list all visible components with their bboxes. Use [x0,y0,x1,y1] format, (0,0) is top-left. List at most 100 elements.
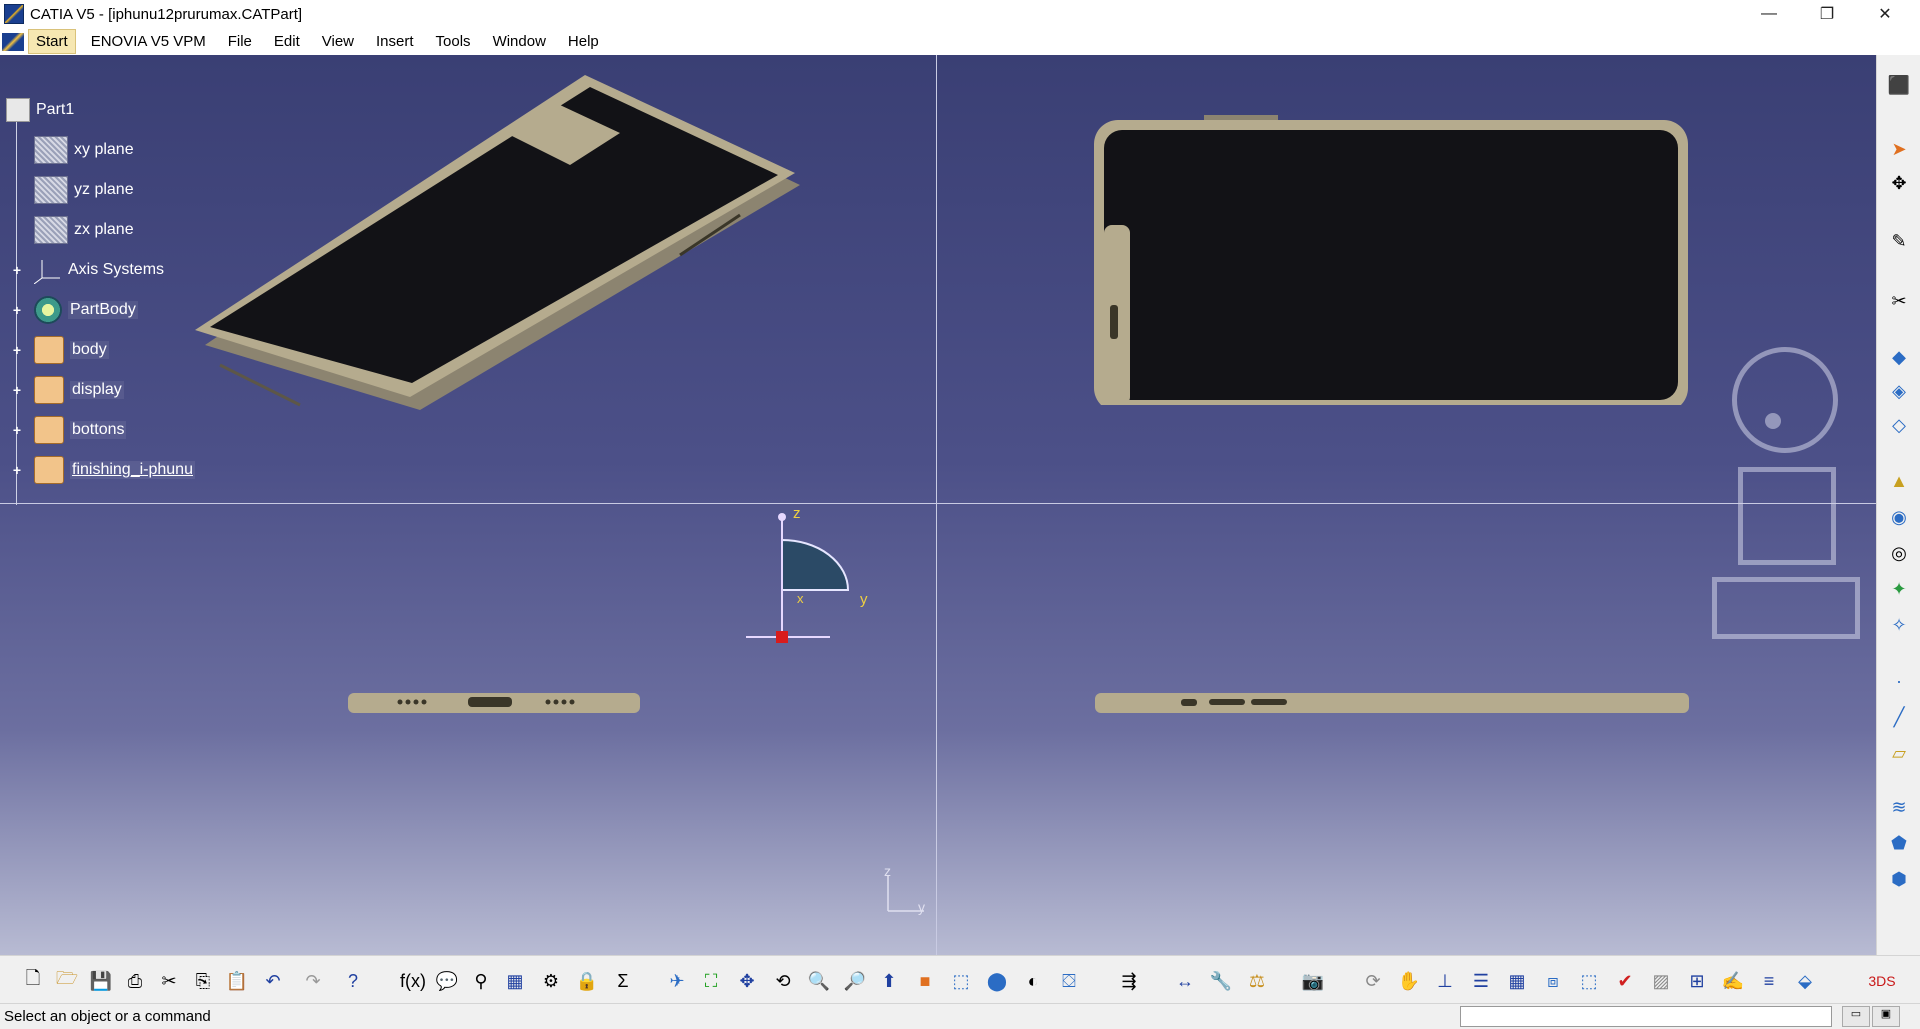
tree-item-finishing[interactable]: + finishing_i-phunu [10,455,195,485]
analysis-icon[interactable]: 🔧 [1208,968,1234,994]
menu-start[interactable]: Start [28,29,76,54]
shading-icon[interactable]: ⬤ [984,968,1010,994]
table-icon[interactable]: ▦ [502,968,528,994]
expand-icon[interactable]: + [10,303,24,317]
tree-item-partbody[interactable]: + PartBody [10,295,138,325]
copy-icon[interactable]: ⎘ [190,968,216,994]
compass-widget[interactable] [740,505,870,655]
tree-item-yz-plane[interactable]: yz plane [34,175,134,205]
capture-icon[interactable]: 📷 [1300,968,1326,994]
restore-button[interactable]: ❐ [1804,0,1850,28]
expand-icon[interactable]: + [10,383,24,397]
view-cube-icon[interactable]: ⧈ [1540,968,1566,994]
new-icon[interactable]: 🗋 [20,968,46,994]
extrude-icon[interactable]: ◆ [1885,345,1913,369]
view-perspective-ghost-icon[interactable] [1712,577,1860,639]
list-icon[interactable]: ≡ [1756,968,1782,994]
lock-icon[interactable]: 🔒 [574,968,600,994]
formula-icon[interactable]: f(x) [400,968,426,994]
workbench-icon[interactable]: ⬛ [1885,73,1913,97]
menu-insert[interactable]: Insert [369,30,421,53]
select-icon[interactable]: ➤ [1885,137,1913,161]
menu-view[interactable]: View [315,30,361,53]
status-stop-icon[interactable]: ▣ [1872,1006,1900,1027]
revolve-icon[interactable]: ◈ [1885,379,1913,403]
minimize-button[interactable]: — [1746,0,1792,28]
expand-icon[interactable]: + [10,463,24,477]
cube-icon[interactable]: ⬚ [1576,968,1602,994]
view-plane-ghost-icon[interactable] [1738,467,1836,565]
phone-front-view[interactable] [1094,115,1690,405]
normal-view-icon[interactable]: ⬆ [876,968,902,994]
hierarchy-icon[interactable]: ⊞ [1684,968,1710,994]
swap-space-icon[interactable]: ⛋ [1056,968,1082,994]
command-input[interactable] [1460,1006,1832,1027]
properties-icon[interactable]: ⇶ [1116,968,1142,994]
blend-icon[interactable]: ◉ [1885,505,1913,529]
tree-item-display[interactable]: + display [10,375,124,405]
menu-help[interactable]: Help [561,30,606,53]
catia-logo-icon[interactable] [2,32,24,51]
sketcher-icon[interactable]: ✎ [1885,229,1913,253]
tree-item-body[interactable]: + body [10,335,109,365]
iso-view-icon[interactable]: ⬚ [948,968,974,994]
point-icon[interactable]: · [1885,669,1913,693]
zoom-in-icon[interactable]: 🔍 [806,968,832,994]
knowledge-icon[interactable]: 💬 [434,968,460,994]
tree-item-xy-plane[interactable]: xy plane [34,135,134,165]
paste-icon[interactable]: 📋 [224,968,250,994]
expand-icon[interactable]: + [10,263,24,277]
layer-icon[interactable]: ⬙ [1792,968,1818,994]
phone-isometric-view[interactable] [180,75,800,415]
hide-show-icon[interactable]: ◐ [1020,968,1046,994]
multi-view-icon[interactable]: ■ [912,968,938,994]
fill-icon[interactable]: ▲ [1885,469,1913,493]
3d-viewport[interactable]: z y x z y Part1 xy plane yz plane zx pla… [0,55,1876,955]
tree-item-zx-plane[interactable]: zx plane [34,215,134,245]
multisection-icon[interactable]: ✧ [1885,613,1913,637]
menu-enovia[interactable]: ENOVIA V5 VPM [84,30,213,53]
constraint-icon[interactable]: ✔ [1612,968,1638,994]
whats-this-icon[interactable]: ? [340,968,366,994]
undo-icon[interactable]: ↶ [260,968,286,994]
fit-all-icon[interactable]: ⛶ [698,968,724,994]
catalog-icon[interactable]: ⚙ [538,968,564,994]
tools-icon[interactable]: ✂ [1885,289,1913,313]
menu-file[interactable]: File [221,30,259,53]
surface-icon[interactable]: ≋ [1885,795,1913,819]
sketch-analysis-icon[interactable]: ✥ [1885,171,1913,195]
update-icon[interactable]: ⟳ [1360,968,1386,994]
measure-icon[interactable]: ⚲ [468,968,494,994]
loft-icon[interactable]: ✦ [1885,577,1913,601]
rotate-icon[interactable]: ⟲ [770,968,796,994]
plane-tool-icon[interactable]: ▱ [1885,741,1913,765]
tree-item-axis-systems[interactable]: + Axis Systems [10,255,164,285]
grab-icon[interactable]: ✋ [1396,968,1422,994]
tree-icon[interactable]: ☰ [1468,968,1494,994]
zoom-out-icon[interactable]: 🔎 [842,968,868,994]
save-icon[interactable]: 💾 [88,968,114,994]
hatch-icon[interactable]: ▨ [1648,968,1674,994]
dimension-icon[interactable]: ↔ [1172,968,1198,994]
status-panel-icon[interactable]: ▭ [1842,1006,1870,1027]
mass-icon[interactable]: ⚖ [1244,968,1270,994]
phone-side-view[interactable] [1095,691,1689,717]
view-rotate-ghost-icon[interactable] [1732,347,1838,453]
pan-icon[interactable]: ✥ [734,968,760,994]
menu-tools[interactable]: Tools [429,30,478,53]
open-icon[interactable]: 🗁 [54,968,80,994]
redo-icon[interactable]: ↷ [300,968,326,994]
equation-icon[interactable]: Σ [610,968,636,994]
close-button[interactable]: ✕ [1862,0,1908,28]
phone-bottom-view[interactable] [348,691,640,717]
line-icon[interactable]: ╱ [1885,705,1913,729]
expand-icon[interactable]: + [10,423,24,437]
grid-icon[interactable]: ▦ [1504,968,1530,994]
annotate-icon[interactable]: ✍ [1720,968,1746,994]
axis-tool-icon[interactable]: ⊥ [1432,968,1458,994]
tree-item-bottons[interactable]: + bottons [10,415,127,445]
expand-icon[interactable]: + [10,343,24,357]
offset-icon[interactable]: ◎ [1885,541,1913,565]
cut-icon[interactable]: ✂ [156,968,182,994]
fly-mode-icon[interactable]: ✈ [664,968,690,994]
